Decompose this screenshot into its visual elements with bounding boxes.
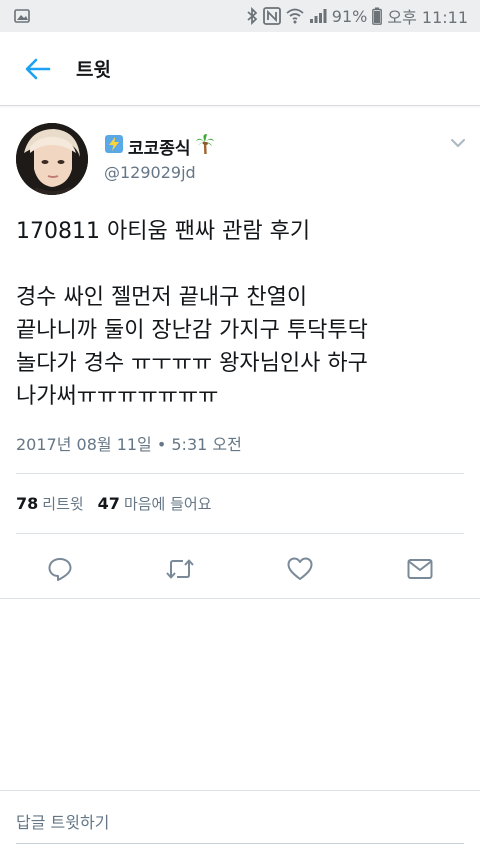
retweets-count: 78 — [16, 494, 39, 513]
likes-stat[interactable]: 47 마음에 들어요 — [98, 493, 212, 514]
display-name-text: 코코종식 — [128, 139, 191, 159]
status-time: 오후 11:11 — [387, 8, 468, 27]
battery-icon — [372, 7, 383, 25]
page-title: 트윗 — [76, 59, 111, 81]
wifi-icon — [286, 8, 304, 24]
like-icon — [287, 557, 313, 580]
reply-composer — [0, 790, 480, 853]
author-display-name[interactable]: 코코종식 — [104, 133, 215, 160]
status-bar-left — [14, 8, 30, 24]
app-header: 트윗 — [0, 32, 480, 106]
nfc-icon — [262, 7, 281, 25]
tweet-stats: 78 리트윗 47 마음에 들어요 — [16, 493, 212, 514]
retweet-button[interactable] — [158, 551, 202, 587]
retweets-stat[interactable]: 78 리트윗 — [16, 493, 84, 514]
arrow-left-icon — [25, 58, 51, 79]
tweet-text-line: 나가써ㅠㅠㅠㅠㅠㅠㅠ — [16, 384, 219, 409]
tweet-author-row: 코코종식 @129029jd — [0, 107, 480, 207]
tweet-actions — [0, 539, 480, 599]
back-button[interactable] — [0, 32, 76, 106]
tweet-options-button[interactable] — [444, 133, 472, 153]
status-bar-right: 91% 오후 11:11 — [246, 4, 468, 28]
retweets-label: 리트윗 — [42, 495, 84, 513]
tweet-text-line: 놀다가 경수 ㅠㅜㅠㅠ 왕자님인사 하구 — [16, 351, 368, 376]
palm-tree-icon — [195, 133, 215, 160]
gallery-icon — [14, 8, 30, 24]
retweet-icon — [166, 559, 194, 579]
divider — [16, 473, 464, 474]
tweet-detail: 코코종식 @129029jd 170811 아티움 팬싸 관람 후기 경수 싸인… — [0, 107, 480, 599]
divider — [16, 533, 464, 534]
reply-icon — [48, 558, 72, 581]
direct-message-button[interactable] — [398, 551, 442, 587]
reply-input-underline — [16, 843, 464, 844]
tweet-text-line — [16, 248, 468, 281]
screen: 91% 오후 11:11 트윗 코코종식 @129029jd 170811 아티… — [0, 0, 480, 853]
reply-input[interactable] — [16, 809, 464, 835]
author-handle[interactable]: @129029jd — [104, 163, 196, 182]
divider — [0, 598, 480, 599]
reply-button[interactable] — [38, 551, 82, 587]
direct-message-icon — [407, 559, 433, 579]
status-bar: 91% 오후 11:11 — [0, 0, 480, 32]
tweet-text-line: 170811 아티움 팬싸 관람 후기 — [16, 219, 311, 244]
high-voltage-icon — [104, 134, 124, 159]
tweet-text-line: 경수 싸인 젤먼저 끝내구 찬열이 — [16, 285, 308, 310]
likes-label: 마음에 들어요 — [123, 495, 212, 513]
tweet-timestamp: 2017년 08월 11일 • 5:31 오전 — [16, 435, 242, 454]
chevron-down-icon — [451, 139, 465, 147]
bluetooth-icon — [246, 7, 258, 25]
tweet-text: 170811 아티움 팬싸 관람 후기 경수 싸인 젤먼저 끝내구 찬열이 끝나… — [16, 215, 468, 413]
like-button[interactable] — [278, 551, 322, 587]
signal-icon — [309, 8, 327, 24]
avatar[interactable] — [16, 123, 88, 195]
likes-count: 47 — [97, 494, 120, 513]
battery-percent: 91% — [331, 6, 368, 26]
tweet-text-line: 끝나니까 둘이 장난감 가지구 투닥투닥 — [16, 318, 368, 343]
